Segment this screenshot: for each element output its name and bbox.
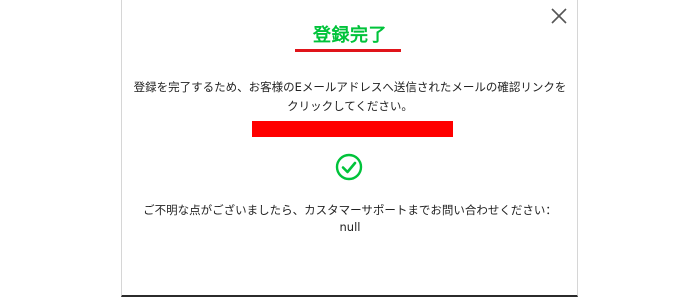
support-contact: null (339, 220, 361, 234)
redacted-email-block (252, 121, 453, 137)
check-circle-icon (335, 153, 363, 181)
page: 登録完了 登録を完了するため、お客様のEメールアドレスへ送信されたメールの確認リ… (0, 0, 700, 300)
support-text: ご不明な点がございましたら、カスタマーサポートまでお問い合わせください： (143, 203, 557, 217)
dialog-title: 登録完了 (313, 25, 387, 46)
support-info: ご不明な点がございましたら、カスタマーサポートまでお問い合わせください： nul… (130, 202, 570, 236)
confirmation-message: 登録を完了するため、お客様のEメールアドレスへ送信されたメールの確認リンクをクリ… (133, 80, 567, 113)
title-underline (295, 49, 401, 52)
